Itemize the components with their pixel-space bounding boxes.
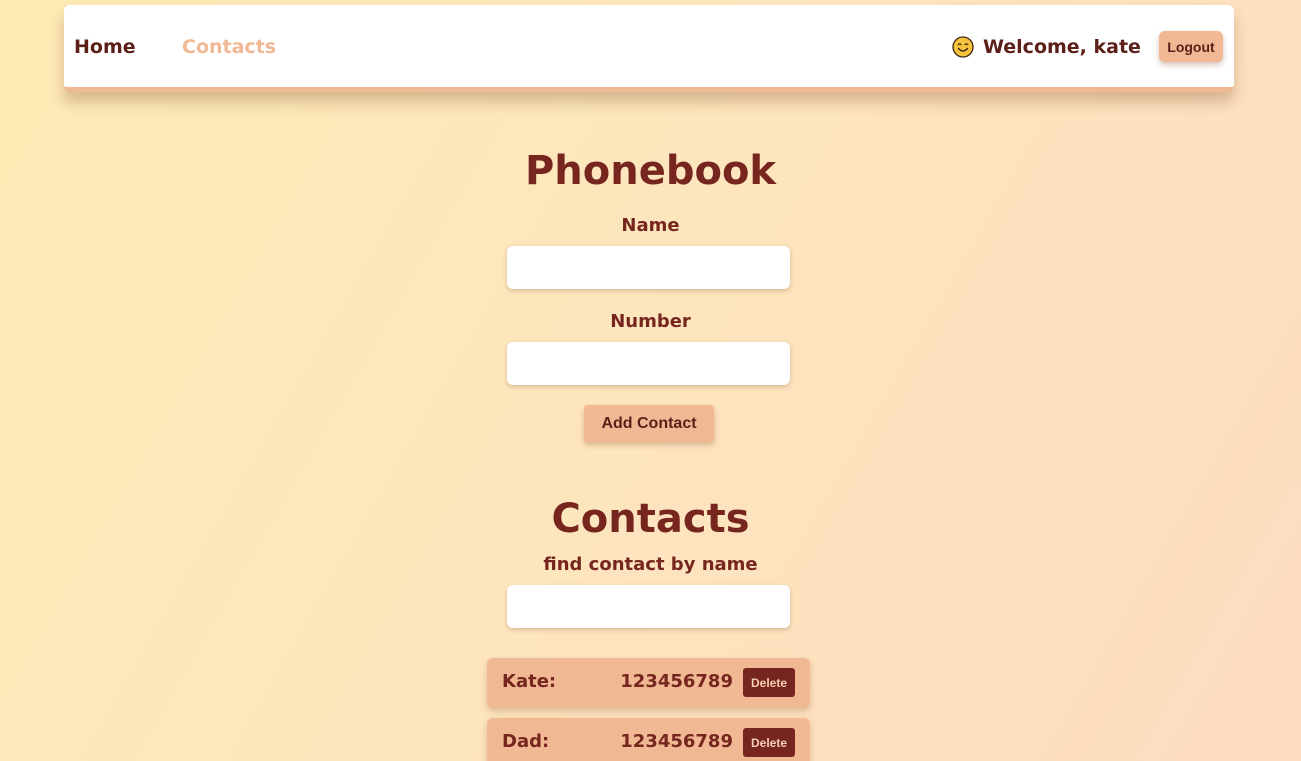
top-navbar: Home Contacts Welcome, kate Logout xyxy=(64,5,1234,92)
contact-item: Dad: 123456789 Delete xyxy=(487,718,810,761)
logout-button[interactable]: Logout xyxy=(1159,31,1223,62)
smiling-face-icon xyxy=(952,36,974,58)
delete-contact-button[interactable]: Delete xyxy=(743,728,795,757)
nav-contacts-link[interactable]: Contacts xyxy=(182,36,276,58)
filter-label: find contact by name xyxy=(543,554,758,575)
contacts-title: Contacts xyxy=(551,496,750,542)
contact-number: 123456789 xyxy=(620,731,733,752)
nav-home-link[interactable]: Home xyxy=(74,36,136,58)
name-input[interactable] xyxy=(507,246,790,289)
add-contact-button[interactable]: Add Contact xyxy=(584,405,714,442)
contact-name: Kate: xyxy=(502,671,557,692)
name-label: Name xyxy=(621,215,680,236)
contact-item: Kate: 123456789 Delete xyxy=(487,658,810,708)
contact-name: Dad: xyxy=(502,731,550,752)
phonebook-title: Phonebook xyxy=(524,148,777,194)
number-label: Number xyxy=(610,311,691,332)
number-input[interactable] xyxy=(507,342,790,385)
delete-contact-button[interactable]: Delete xyxy=(743,668,795,697)
contact-number: 123456789 xyxy=(620,671,733,692)
welcome-text: Welcome, kate xyxy=(983,36,1141,58)
filter-input[interactable] xyxy=(507,585,790,628)
